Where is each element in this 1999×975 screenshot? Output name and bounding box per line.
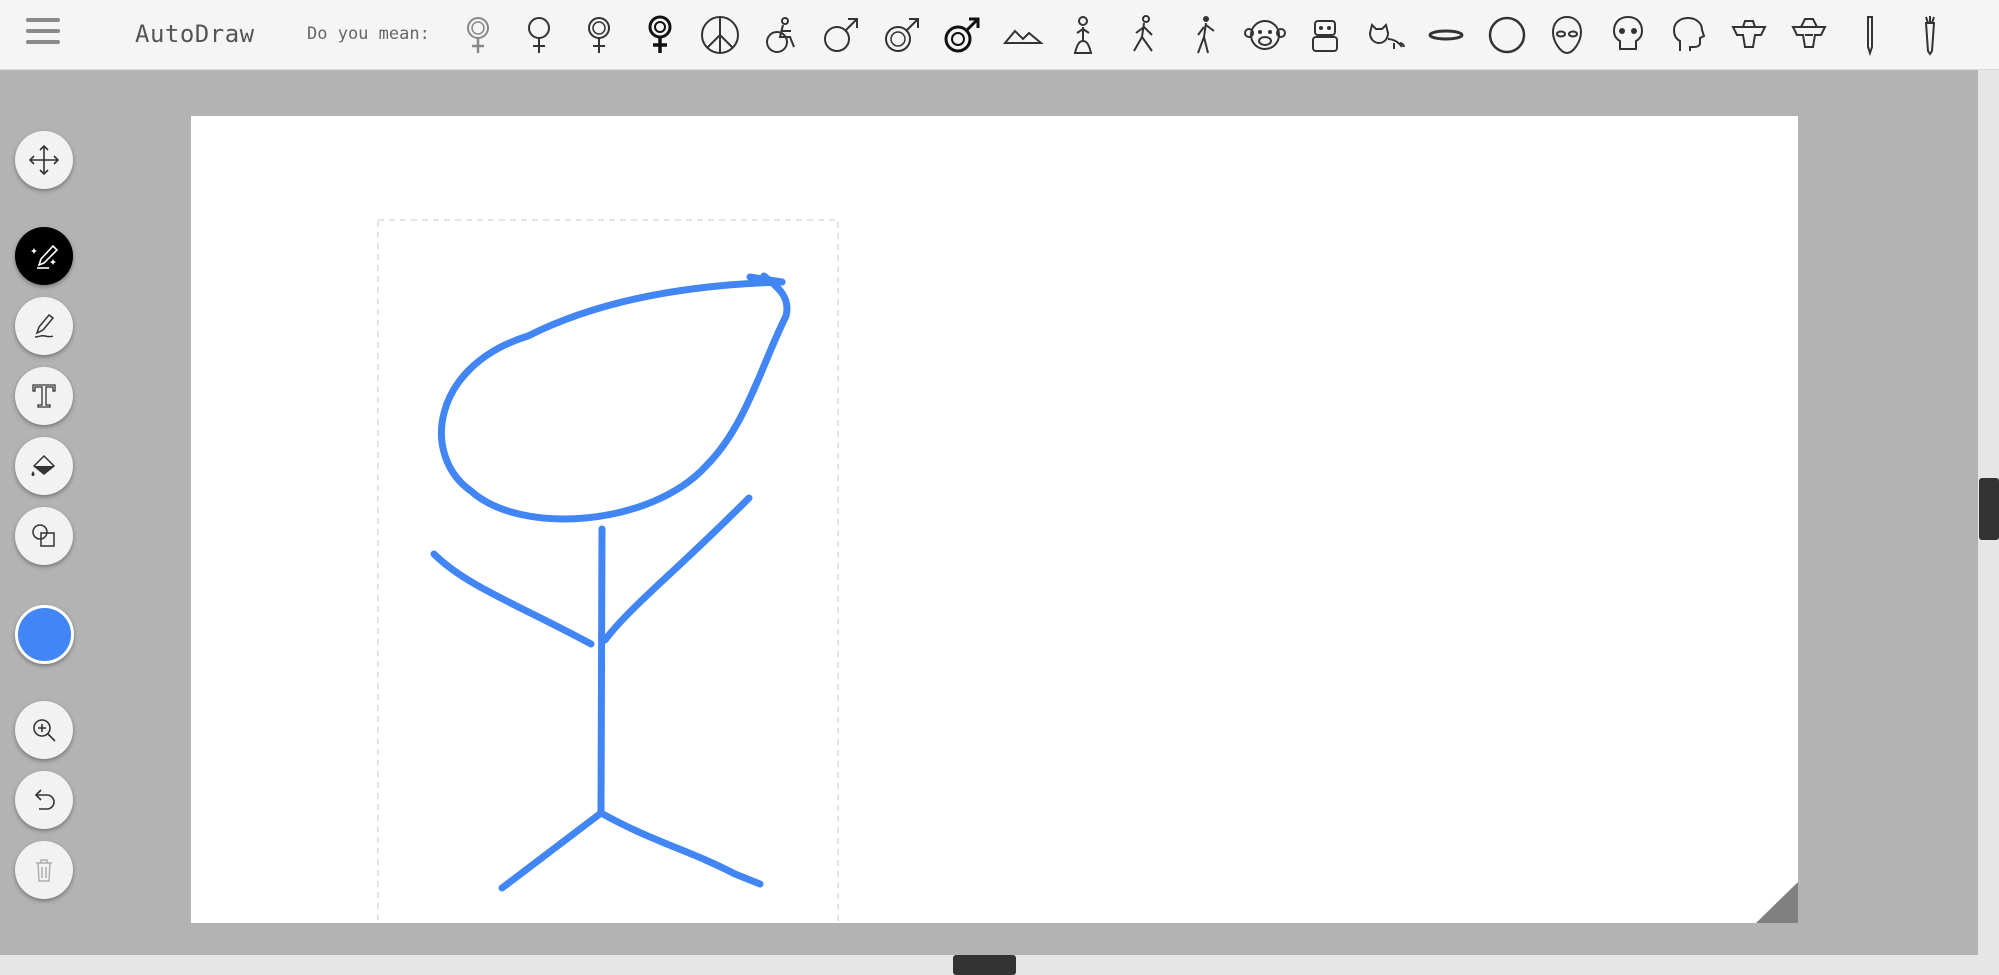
suggestions-list bbox=[448, 6, 1961, 64]
praying-person-icon[interactable] bbox=[1053, 7, 1114, 63]
male-symbol-icon[interactable] bbox=[811, 7, 872, 63]
alien-head-icon[interactable] bbox=[1537, 7, 1598, 63]
male-symbol-icon[interactable] bbox=[872, 7, 933, 63]
top-bar: AutoDraw Do you mean: bbox=[0, 0, 1999, 70]
armor-icon[interactable] bbox=[1719, 7, 1780, 63]
shapes-icon bbox=[32, 524, 55, 547]
zoom-button[interactable] bbox=[15, 701, 73, 759]
peace-sign-icon[interactable] bbox=[690, 7, 751, 63]
female-symbol-icon[interactable] bbox=[509, 7, 570, 63]
undo-icon bbox=[34, 789, 55, 810]
zoom-in-icon bbox=[33, 719, 56, 742]
draw-tool-button[interactable] bbox=[15, 297, 73, 355]
pencil-icon bbox=[34, 313, 55, 338]
fill-tool-button[interactable] bbox=[15, 437, 73, 495]
running-person-icon[interactable] bbox=[1114, 7, 1175, 63]
cat-icon[interactable] bbox=[1356, 7, 1417, 63]
walking-person-icon[interactable] bbox=[1174, 7, 1235, 63]
wheelchair-icon[interactable] bbox=[751, 7, 812, 63]
mountain-icon[interactable] bbox=[993, 7, 1054, 63]
horizontal-scroll-thumb[interactable] bbox=[953, 955, 1016, 975]
pencil-icon[interactable] bbox=[1840, 7, 1901, 63]
skull-icon[interactable] bbox=[1598, 7, 1659, 63]
drawing-layer bbox=[377, 219, 839, 923]
text-icon bbox=[32, 384, 56, 408]
right-arm-stroke bbox=[601, 494, 753, 644]
canvas-resize-handle[interactable] bbox=[1756, 882, 1798, 923]
vertical-scroll-thumb[interactable] bbox=[1979, 478, 1999, 540]
ellipse-icon[interactable] bbox=[1416, 7, 1477, 63]
menu-icon[interactable] bbox=[26, 18, 60, 48]
circle-icon[interactable] bbox=[1477, 7, 1538, 63]
male-symbol-icon[interactable] bbox=[932, 7, 993, 63]
shape-tool-button[interactable] bbox=[15, 507, 73, 565]
undo-button[interactable] bbox=[15, 771, 73, 829]
left-arm-stroke bbox=[430, 550, 595, 648]
paint-bucket-icon bbox=[31, 454, 56, 476]
delete-button[interactable] bbox=[15, 841, 73, 899]
move-tool-button[interactable] bbox=[15, 131, 73, 189]
monkey-face-icon[interactable] bbox=[1235, 7, 1296, 63]
right-leg-stroke bbox=[597, 809, 764, 888]
robot-icon[interactable] bbox=[1295, 7, 1356, 63]
carrot-icon[interactable] bbox=[1900, 7, 1961, 63]
magic-pencil-icon bbox=[31, 244, 59, 269]
type-tool-button[interactable] bbox=[15, 367, 73, 425]
app-title: AutoDraw bbox=[135, 20, 255, 48]
suggestions-label: Do you mean: bbox=[307, 24, 430, 44]
head-tail-stroke bbox=[746, 273, 786, 286]
head-stroke bbox=[437, 272, 791, 523]
female-symbol-icon[interactable] bbox=[569, 7, 630, 63]
trash-icon bbox=[36, 859, 52, 882]
female-symbol-icon[interactable] bbox=[630, 7, 691, 63]
female-symbol-icon[interactable] bbox=[448, 7, 509, 63]
head-profile-icon[interactable] bbox=[1658, 7, 1719, 63]
armor-icon[interactable] bbox=[1779, 7, 1840, 63]
body-stroke bbox=[597, 525, 606, 817]
left-leg-stroke bbox=[498, 809, 605, 892]
move-arrows-icon bbox=[28, 144, 60, 176]
color-picker-button[interactable] bbox=[15, 605, 74, 664]
drawing-canvas[interactable] bbox=[191, 116, 1798, 923]
autodraw-tool-button[interactable] bbox=[15, 227, 73, 285]
